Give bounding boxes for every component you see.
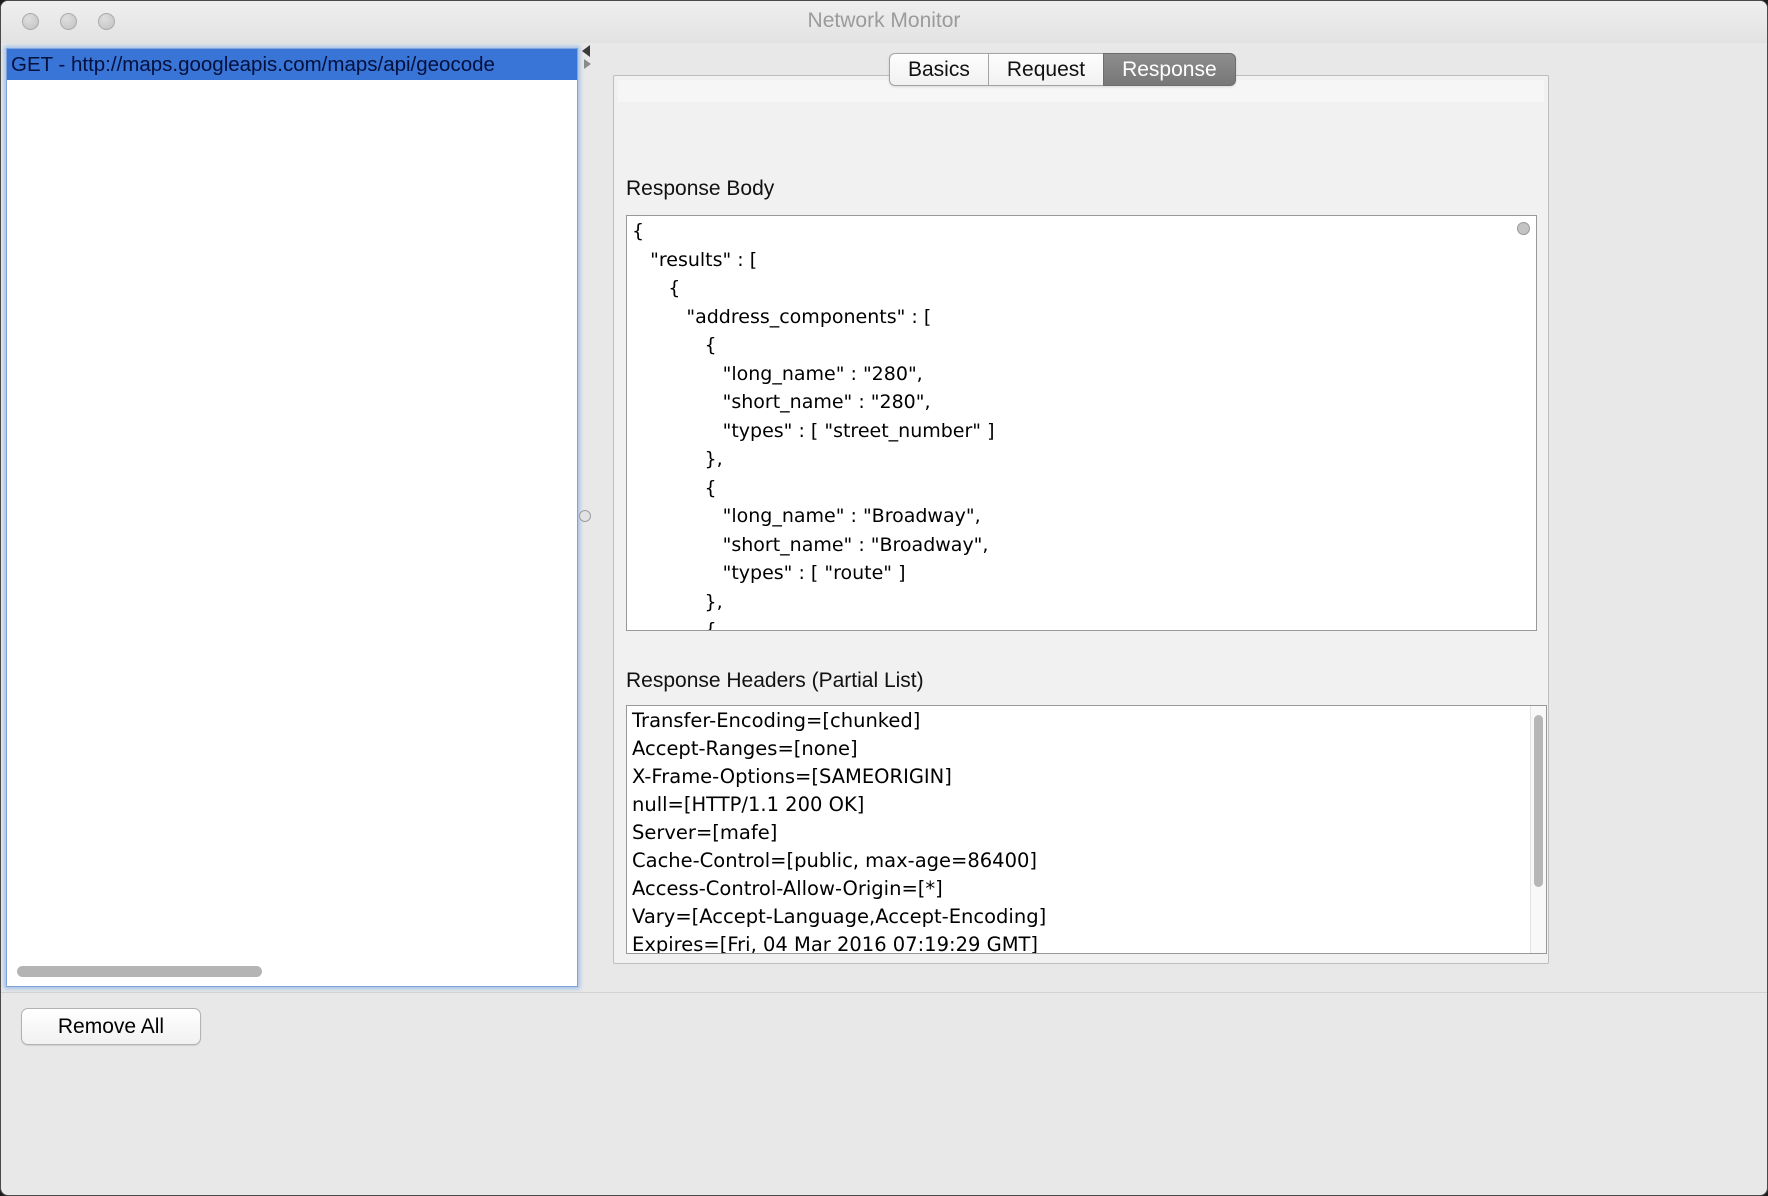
network-monitor-window: Network Monitor GET - http://maps.google… bbox=[0, 0, 1768, 1196]
splitpane-collapse-right-icon[interactable] bbox=[584, 59, 591, 69]
tab-bar: Basics Request Response bbox=[889, 53, 1236, 86]
tab-response[interactable]: Response bbox=[1103, 53, 1236, 86]
response-body-label: Response Body bbox=[626, 177, 774, 201]
response-headers-textarea[interactable]: Transfer-Encoding=[chunked] Accept-Range… bbox=[626, 705, 1547, 954]
response-headers-text: Transfer-Encoding=[chunked] Accept-Range… bbox=[627, 706, 1546, 954]
title-bar: Network Monitor bbox=[1, 1, 1767, 43]
footer-divider bbox=[1, 992, 1767, 993]
request-list[interactable]: GET - http://maps.googleapis.com/maps/ap… bbox=[6, 48, 578, 987]
request-list-item-selected[interactable]: GET - http://maps.googleapis.com/maps/ap… bbox=[7, 49, 577, 80]
window-title: Network Monitor bbox=[1, 9, 1767, 33]
response-body-textarea[interactable]: { "results" : [ { "address_components" :… bbox=[626, 215, 1537, 631]
headers-scrollbar-thumb[interactable] bbox=[1534, 715, 1543, 887]
tab-request[interactable]: Request bbox=[988, 53, 1103, 86]
remove-all-button[interactable]: Remove All bbox=[21, 1008, 201, 1045]
response-body-json: { "results" : [ { "address_components" :… bbox=[627, 216, 1536, 631]
headers-scrollbar-track[interactable] bbox=[1530, 706, 1546, 953]
horizontal-scrollbar-thumb[interactable] bbox=[17, 966, 262, 977]
tab-basics[interactable]: Basics bbox=[889, 53, 988, 86]
response-headers-label: Response Headers (Partial List) bbox=[626, 669, 924, 693]
splitpane-divider-handle[interactable] bbox=[579, 510, 591, 522]
response-body-scrollbar-thumb[interactable] bbox=[1517, 222, 1530, 235]
splitpane-collapse-left-icon[interactable] bbox=[582, 45, 590, 57]
